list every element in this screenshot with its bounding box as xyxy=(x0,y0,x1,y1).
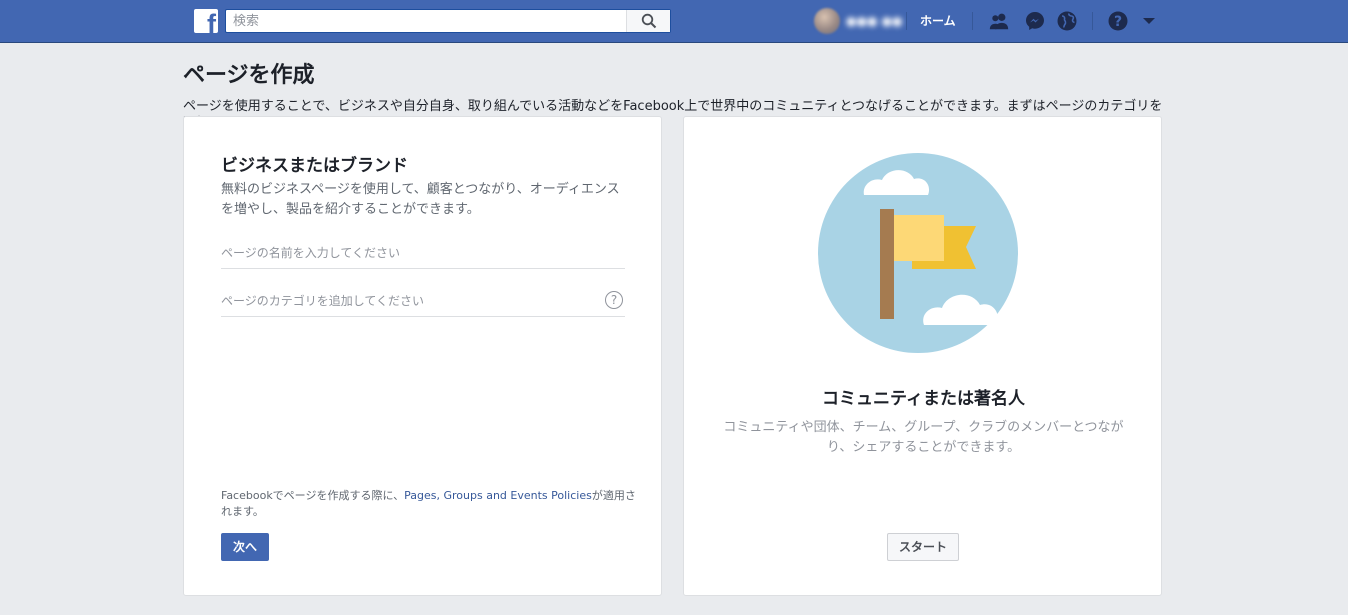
nav-divider xyxy=(906,12,907,30)
home-link[interactable]: ホーム xyxy=(920,12,956,29)
page-category-input[interactable] xyxy=(221,287,591,315)
nav-divider xyxy=(1092,12,1093,30)
notifications-globe-icon[interactable] xyxy=(1056,10,1078,32)
community-card-title: コミュニティまたは著名人 xyxy=(822,389,1025,409)
search-icon xyxy=(641,13,656,29)
question-mark-icon[interactable]: ? xyxy=(605,291,623,309)
facebook-logo-letter: f xyxy=(207,9,216,34)
community-card-subtitle: コミュニティや団体、チーム、グループ、クラブのメンバーとつながり、シェアすること… xyxy=(723,420,1124,455)
community-public-figure-card[interactable]: コミュニティまたは著名人 コミュニティや団体、チーム、グループ、クラブのメンバー… xyxy=(683,116,1162,596)
profile-link[interactable]: ●●● ●● xyxy=(814,8,904,34)
policy-notice: Facebookでページを作成する際に、Pages, Groups and Ev… xyxy=(221,488,641,520)
business-card-title: ビジネスまたはブランド xyxy=(221,156,408,176)
business-brand-card[interactable]: ビジネスまたはブランド 無料のビジネスページを使用して、顧客とつながり、オーディ… xyxy=(183,116,662,596)
policy-prefix: Facebookでページを作成する際に、 xyxy=(221,489,405,502)
flag-pole xyxy=(880,209,894,319)
facebook-logo-icon[interactable]: f xyxy=(194,9,218,33)
flag-front xyxy=(894,215,944,261)
page-title: ページを作成 xyxy=(183,63,315,88)
flag-illustration xyxy=(818,153,1018,353)
svg-text:?: ? xyxy=(1114,14,1122,30)
help-icon[interactable]: ? xyxy=(1107,10,1129,32)
policies-link[interactable]: Pages, Groups and Events Policies xyxy=(404,489,592,502)
profile-name: ●●● ●● xyxy=(846,14,903,28)
search-box xyxy=(225,9,671,33)
business-card-subtitle: 無料のビジネスページを使用して、顧客とつながり、オーディエンスを増やし、製品を紹… xyxy=(221,182,620,217)
search-input[interactable] xyxy=(226,10,626,32)
start-button[interactable]: スタート xyxy=(887,533,959,561)
page-name-field xyxy=(221,239,625,269)
nav-divider xyxy=(972,12,973,30)
next-button[interactable]: 次へ xyxy=(221,533,269,561)
top-navigation-bar: f ●●● ●● ホーム xyxy=(0,0,1348,43)
search-button[interactable] xyxy=(626,10,670,32)
friend-requests-icon[interactable] xyxy=(988,10,1010,32)
page-name-input[interactable] xyxy=(221,239,591,267)
account-menu-caret-icon[interactable] xyxy=(1138,10,1160,32)
messenger-icon[interactable] xyxy=(1024,10,1046,32)
avatar xyxy=(814,8,840,34)
page-category-field: ? xyxy=(221,287,625,317)
